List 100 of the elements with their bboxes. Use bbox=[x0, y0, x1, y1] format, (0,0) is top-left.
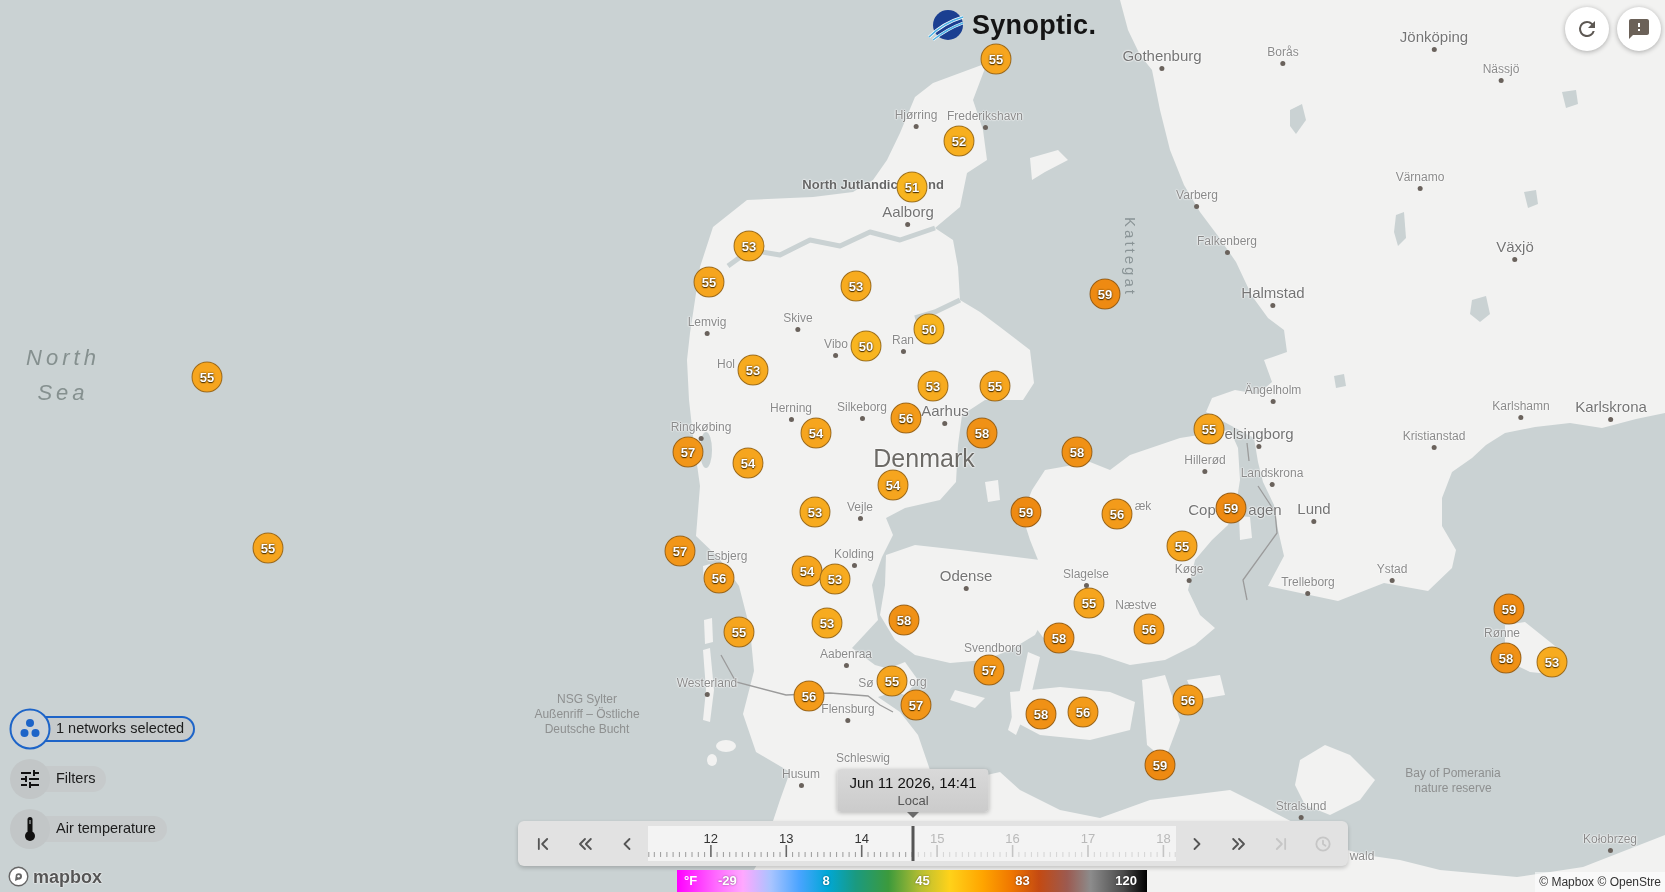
globe-logo-icon bbox=[928, 8, 964, 43]
scale-label: -29 bbox=[718, 872, 737, 891]
hour-label: 14 bbox=[854, 831, 869, 846]
place-label: Ystad bbox=[1376, 562, 1408, 576]
place-label: agen bbox=[1248, 500, 1282, 518]
lake bbox=[1524, 190, 1538, 208]
island bbox=[1030, 150, 1068, 180]
temperature-marker[interactable]: 57 bbox=[900, 689, 932, 721]
place-label: Hjørring bbox=[894, 108, 938, 122]
place-label: Hillerød bbox=[1184, 453, 1226, 467]
place-label: æk bbox=[1134, 499, 1152, 513]
place-label: Nässjö bbox=[1482, 62, 1520, 76]
filters-button[interactable]: Filters bbox=[51, 766, 107, 792]
region-label: North Jutlandic bbox=[802, 176, 898, 192]
place-label: Herning bbox=[770, 401, 812, 415]
place-label: Esbjerg bbox=[706, 549, 748, 563]
place-label: Kolding bbox=[834, 547, 874, 561]
temperature-marker[interactable]: 57 bbox=[664, 535, 696, 567]
place-label: Husum bbox=[782, 767, 820, 781]
place-label: Rønne bbox=[1484, 626, 1520, 640]
place-label: Värnamo bbox=[1395, 170, 1445, 184]
temperature-marker[interactable]: 55 bbox=[980, 43, 1012, 75]
place-label: Hol bbox=[717, 357, 735, 371]
region-label: nd bbox=[928, 176, 944, 192]
hour-label: 15 bbox=[929, 831, 945, 846]
timezone-text: Local bbox=[896, 792, 930, 809]
place-label: Gothenburg bbox=[1122, 46, 1202, 64]
variable-button[interactable]: Air temperature bbox=[51, 816, 167, 842]
sea-label: North Sea bbox=[26, 343, 100, 407]
place-label: Aalborg bbox=[882, 202, 934, 220]
place-label: Halmstad bbox=[1241, 283, 1305, 301]
temperature-marker[interactable]: 58 bbox=[1061, 436, 1093, 468]
place-label: Aarhus bbox=[921, 401, 969, 419]
place-label: Westerland bbox=[676, 676, 738, 690]
scale-label: 83 bbox=[1015, 872, 1030, 891]
timeline-track[interactable]: 12 13 14 15 16 17 18 bbox=[648, 826, 1176, 861]
temperature-marker[interactable]: 56 bbox=[703, 562, 735, 594]
place-label: Odense bbox=[939, 566, 993, 584]
place-label: Varberg bbox=[1176, 188, 1218, 202]
place-label: org bbox=[909, 675, 927, 689]
place-label: Karlshamn bbox=[1492, 399, 1550, 413]
place-label: Kristianstad bbox=[1402, 429, 1466, 443]
temperature-marker[interactable]: 59 bbox=[1493, 593, 1525, 625]
place-label: elsingborg bbox=[1224, 424, 1294, 442]
place-label: Ringkøbing bbox=[670, 420, 732, 434]
thermometer-icon[interactable] bbox=[9, 808, 51, 850]
place-label: Falkenberg bbox=[1197, 234, 1257, 248]
place-label: Karlskrona bbox=[1575, 397, 1647, 415]
reserve-label: Bay of Pomerania nature reserve bbox=[1405, 765, 1501, 796]
temperature-marker[interactable]: 59 bbox=[1144, 749, 1176, 781]
place-label: Vejle bbox=[847, 500, 873, 514]
hour-label: 17 bbox=[1080, 831, 1096, 846]
sliders-icon[interactable] bbox=[9, 758, 51, 800]
hour-label: 16 bbox=[1005, 831, 1020, 846]
place-label: Ran bbox=[892, 333, 914, 347]
mapbox-wordmark[interactable]: mapbox bbox=[33, 866, 102, 887]
mapbox-logo-icon[interactable] bbox=[8, 866, 29, 887]
island bbox=[704, 618, 713, 644]
place-label: Silkeborg bbox=[837, 400, 887, 414]
attribution-text[interactable]: © Mapbox © OpenStre bbox=[1535, 872, 1665, 892]
place-label: Cop bbox=[1188, 500, 1216, 518]
hour-label: 13 bbox=[779, 831, 794, 846]
reserve-label: NSG Sylter Außenriff – Östliche Deutsche Bucht bbox=[534, 691, 640, 737]
timeline-cursor[interactable] bbox=[911, 826, 915, 861]
temperature-marker[interactable]: 53 bbox=[1536, 646, 1568, 678]
place-label: Lemvig bbox=[687, 315, 727, 329]
place-label: Lund bbox=[1297, 499, 1331, 517]
temperature-marker[interactable]: 55 bbox=[191, 361, 223, 393]
place-label: Ängelholm bbox=[1244, 383, 1302, 397]
three-dots-icon[interactable] bbox=[9, 708, 51, 750]
networks-button[interactable]: 1 networks selected bbox=[51, 716, 196, 742]
hour-label: 12 bbox=[703, 831, 719, 846]
lake bbox=[1470, 296, 1490, 322]
place-label: Sø bbox=[858, 676, 874, 690]
sea-label: Kattegat bbox=[1121, 217, 1139, 297]
temperature-marker[interactable]: 57 bbox=[973, 654, 1005, 686]
place-label: Jönköping bbox=[1399, 27, 1469, 45]
feedback-icon bbox=[1627, 17, 1651, 41]
temperature-marker[interactable]: 57 bbox=[672, 436, 704, 468]
place-label: Slagelse bbox=[1063, 567, 1109, 581]
place-label: Køge bbox=[1174, 562, 1204, 576]
lake bbox=[1562, 90, 1578, 108]
hour-label: 18 bbox=[1156, 831, 1171, 846]
place-label: Schleswig bbox=[836, 751, 890, 765]
scale-label: 8 bbox=[822, 872, 830, 891]
lake bbox=[1290, 104, 1306, 134]
temperature-marker[interactable]: 58 bbox=[966, 417, 998, 449]
lake bbox=[1334, 374, 1346, 388]
place-label: wald bbox=[1349, 849, 1375, 863]
temperature-marker[interactable]: 59 bbox=[1089, 278, 1121, 310]
temperature-marker[interactable]: 55 bbox=[723, 616, 755, 648]
place-label: Aabenraa bbox=[820, 647, 872, 661]
unit-label: °F bbox=[684, 872, 699, 891]
island bbox=[707, 754, 717, 766]
fjord bbox=[914, 297, 962, 321]
timestamp-text: Jun 11 2026, 14:41 bbox=[849, 773, 977, 792]
place-label: Skive bbox=[783, 311, 813, 325]
temperature-marker[interactable]: 55 bbox=[252, 532, 284, 564]
scale-label: 120 bbox=[1115, 872, 1137, 891]
temperature-marker[interactable]: 58 bbox=[1490, 642, 1522, 674]
